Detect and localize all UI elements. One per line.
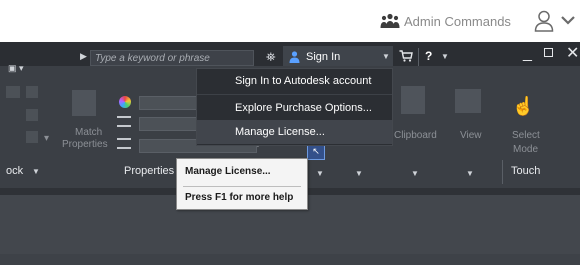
search-arrow-icon[interactable]: ▶ (80, 51, 87, 62)
menu-item-sign-in-autodesk[interactable]: Sign In to Autodesk account (197, 69, 392, 93)
person-outline-icon[interactable] (534, 10, 554, 32)
view-icon[interactable] (455, 89, 481, 113)
maximize-icon[interactable] (544, 48, 553, 57)
close-icon[interactable]: ✕ (566, 43, 579, 63)
panel-expand-icon[interactable]: ▼ (466, 169, 474, 178)
person-icon (289, 51, 300, 63)
panel-expand-icon[interactable]: ▼ (355, 169, 363, 178)
admin-people-icon (380, 13, 400, 28)
panel-label-touch: Touch (511, 165, 541, 177)
tool-icon[interactable] (26, 86, 38, 98)
sign-in-label: Sign In (306, 51, 341, 63)
tool-icon[interactable] (6, 86, 20, 98)
admin-commands-label: Admin Commands (404, 13, 511, 29)
lineweight-icon (117, 116, 131, 127)
tool-icon[interactable] (26, 131, 38, 143)
color-select[interactable] (139, 96, 199, 110)
tooltip-title: Manage License... (185, 166, 271, 177)
menu-item-manage-license[interactable]: Manage License... (197, 120, 392, 144)
dropdown-icon[interactable]: ▾ (44, 133, 49, 144)
tooltip-help-text: Press F1 for more help (185, 192, 294, 203)
linetype-icon (117, 138, 131, 149)
panel-label-view: View (460, 130, 482, 141)
chevron-down-icon[interactable] (561, 15, 575, 25)
help-icon[interactable]: ? (425, 49, 432, 63)
admin-commands-button[interactable]: Admin Commands (380, 11, 511, 31)
chevron-down-icon[interactable]: ▼ (32, 167, 40, 176)
panel-expand-icon[interactable]: ▼ (411, 169, 419, 178)
binoculars-icon[interactable]: ⛯ (266, 50, 276, 65)
menu-divider (197, 94, 392, 95)
panel-label-clipboard: Clipboard (394, 130, 437, 141)
quick-access-icon[interactable]: ▣ ▾ (8, 63, 24, 74)
tooltip-divider (183, 186, 301, 187)
clipboard-icon[interactable] (401, 86, 425, 114)
panel-label-properties: Properties (124, 165, 175, 177)
status-strip (0, 254, 580, 265)
panel-label-dock: ock (6, 165, 24, 177)
toolbar-divider (418, 48, 419, 66)
tool-icon[interactable] (26, 109, 38, 121)
match-properties-icon[interactable] (72, 90, 96, 116)
help-dropdown-icon[interactable]: ▼ (441, 52, 449, 61)
panel-divider (502, 160, 503, 184)
panel-expand-icon[interactable]: ▼ (316, 169, 324, 178)
search-input[interactable]: Type a keyword or phrase (90, 50, 254, 66)
cart-icon[interactable] (399, 50, 413, 62)
sign-in-dropdown-icon[interactable]: ▼ (382, 52, 390, 61)
minimize-icon[interactable]: _ (523, 45, 532, 63)
tooltip: Manage License... Press F1 for more help (176, 158, 308, 210)
sign-in-menu: Sign In to Autodesk account Explore Purc… (196, 68, 393, 146)
sign-in-button[interactable]: Sign In (283, 46, 393, 68)
hand-pointer-icon[interactable]: ☝ (512, 96, 534, 117)
color-wheel-icon (119, 96, 131, 108)
menu-item-explore-purchase[interactable]: Explore Purchase Options... (197, 96, 392, 120)
match-properties-label: Match (75, 127, 103, 138)
match-properties-label: Properties (62, 139, 108, 150)
select-mode-label: Select (512, 130, 540, 141)
lineweight-select[interactable] (139, 117, 199, 131)
select-mode-label: Mode (513, 144, 539, 155)
